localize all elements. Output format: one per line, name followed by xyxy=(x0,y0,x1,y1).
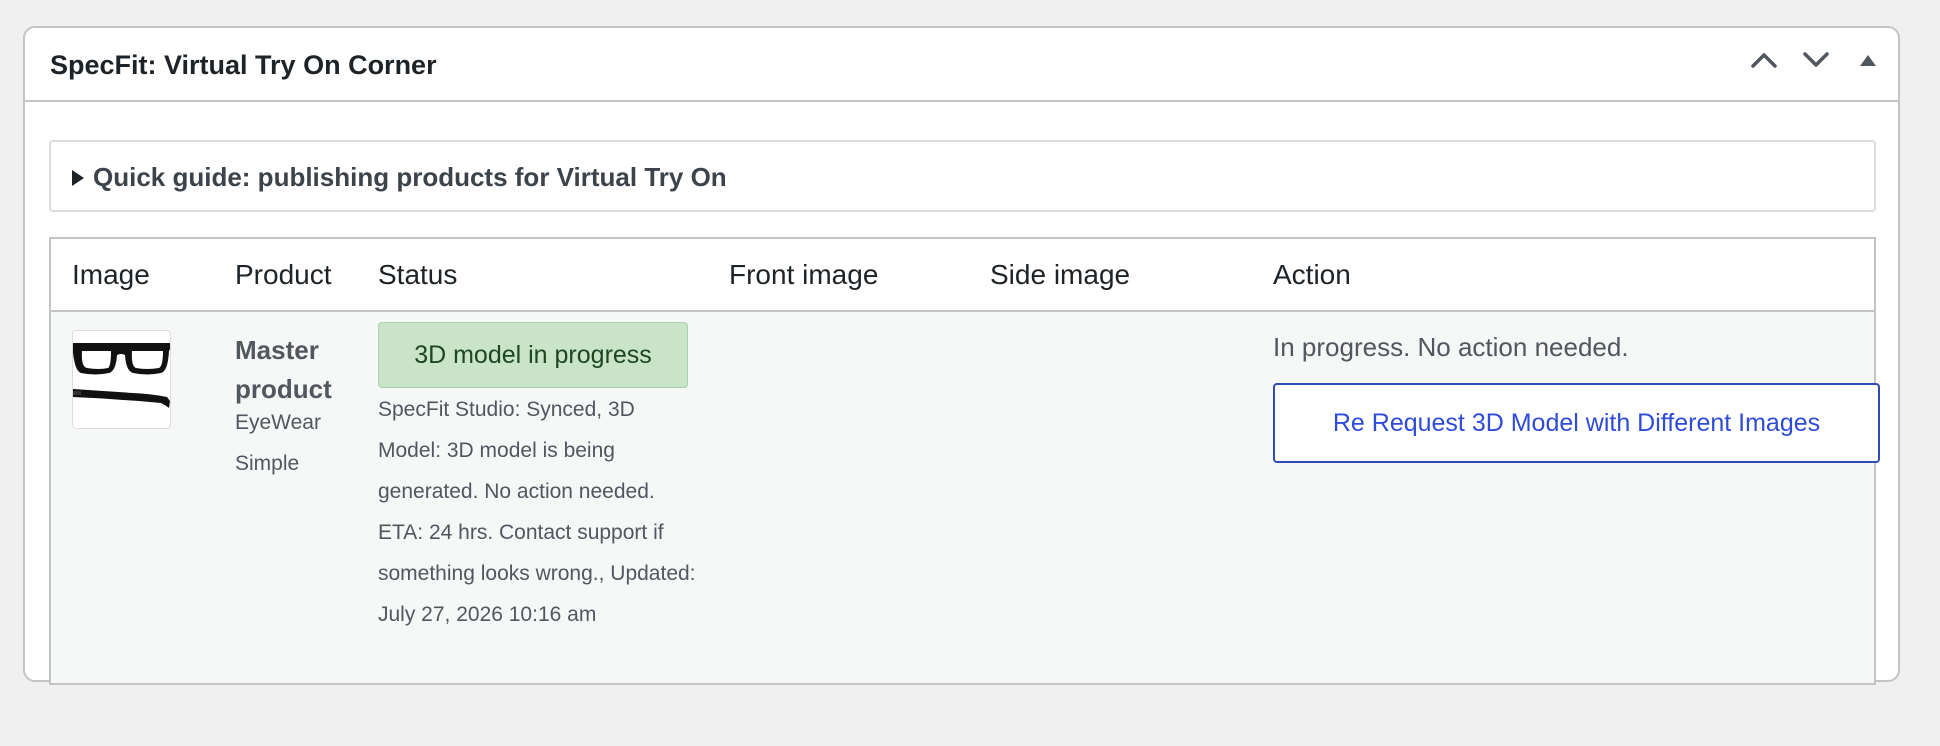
handle-actions xyxy=(1732,40,1888,80)
column-header-action: Action xyxy=(1273,259,1351,290)
column-header-front-image: Front image xyxy=(729,259,879,290)
products-table: Image Product Status Front image Side im… xyxy=(49,237,1880,685)
toggle-panel-button[interactable] xyxy=(1848,40,1888,80)
triangle-right-icon xyxy=(72,169,84,186)
postbox-inside: Quick guide: publishing products for Vir… xyxy=(25,100,1898,685)
re-request-3d-model-button[interactable]: Re Request 3D Model with Different Image… xyxy=(1273,383,1880,463)
triangle-up-icon xyxy=(1860,55,1876,66)
product-name-link[interactable]: Master product xyxy=(235,331,345,409)
chevron-down-icon xyxy=(1803,52,1829,67)
product-type: Simple xyxy=(235,452,300,475)
move-up-button[interactable] xyxy=(1744,40,1784,80)
virtual-try-on-postbox: SpecFit: Virtual Try On Corner Quick gui… xyxy=(23,26,1900,685)
product-thumbnail[interactable] xyxy=(72,330,171,429)
move-down-button[interactable] xyxy=(1796,40,1836,80)
eyeglasses-icon xyxy=(73,331,170,428)
quick-guide-label: Quick guide: publishing products for Vir… xyxy=(93,162,727,192)
column-header-product: Product xyxy=(235,259,332,290)
table-header: Image Product Status Front image Side im… xyxy=(51,239,1874,312)
postbox-title: SpecFit: Virtual Try On Corner xyxy=(50,50,437,80)
column-header-status: Status xyxy=(378,259,458,290)
quick-guide-summary[interactable]: Quick guide: publishing products for Vir… xyxy=(71,162,727,193)
action-text: In progress. No action needed. xyxy=(1273,332,1629,362)
postbox-header: SpecFit: Virtual Try On Corner xyxy=(25,28,1898,102)
column-header-image: Image xyxy=(72,259,150,290)
chevron-up-icon xyxy=(1751,53,1777,68)
product-category: EyeWear xyxy=(235,411,321,434)
column-header-side-image: Side image xyxy=(990,259,1131,290)
status-detail: SpecFit Studio: Synced, 3D Model: 3D mod… xyxy=(378,398,696,626)
status-badge: 3D model in progress xyxy=(378,322,688,388)
quick-guide: Quick guide: publishing products for Vir… xyxy=(49,140,1876,212)
